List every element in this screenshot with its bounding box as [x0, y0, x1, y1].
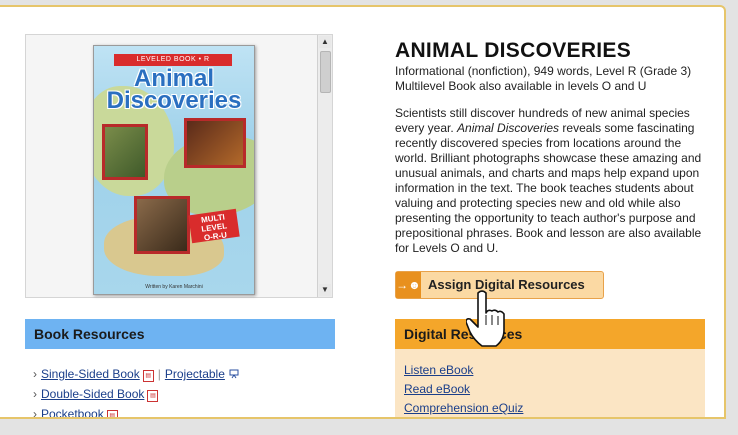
- cover-author: Written by Karen Marchini: [145, 284, 203, 290]
- description-text: reveals some fascinating recently discov…: [395, 121, 702, 255]
- digital-resources-header: Digital Resources: [395, 319, 705, 349]
- pdf-icon: ▤: [147, 390, 159, 402]
- pdf-icon: ▤: [142, 370, 154, 382]
- list-item: › Single-Sided Book ▤ | Projectable: [33, 364, 239, 384]
- listen-ebook-link[interactable]: Listen eBook: [404, 363, 473, 377]
- read-ebook-link[interactable]: Read eBook: [404, 382, 470, 396]
- book-meta-line: Multilevel Book also available in levels…: [395, 79, 647, 93]
- projectable-link[interactable]: Projectable: [165, 367, 225, 381]
- pocketbook-link[interactable]: Pocketbook: [41, 407, 104, 417]
- list-item: Read eBook: [404, 380, 523, 399]
- book-description: Scientists still discover hundreds of ne…: [395, 106, 713, 256]
- resource-frame: LEVELED BOOK • R Animal Discoveries MULT…: [0, 5, 726, 419]
- hand-pointer-cursor-icon: [466, 290, 505, 347]
- single-sided-book-link[interactable]: Single-Sided Book: [41, 367, 140, 381]
- book-resources-list: › Single-Sided Book ▤ | Projectable › Double-…: [33, 364, 239, 419]
- cover-title-line2: Discoveries: [106, 87, 242, 114]
- scroll-down-arrow-icon[interactable]: ▼: [319, 284, 331, 296]
- list-item: › Double-Sided Book ▤: [33, 384, 239, 404]
- assign-person-icon: →☻: [396, 272, 421, 298]
- cover-photo-bird: [102, 124, 148, 180]
- comprehension-equiz-link[interactable]: Comprehension eQuiz: [404, 401, 523, 415]
- list-item: › Pocketbook ▤: [33, 404, 239, 419]
- book-title: ANIMAL DISCOVERIES: [395, 39, 632, 62]
- cover-title: Animal Discoveries: [94, 67, 254, 114]
- scroll-up-arrow-icon[interactable]: ▲: [319, 36, 331, 48]
- book-meta-line: Informational (nonfiction), 949 words, L…: [395, 64, 692, 78]
- chevron-right-icon: ›: [33, 407, 37, 419]
- book-meta: Informational (nonfiction), 949 words, L…: [395, 64, 713, 94]
- cover-photo-lemur: [134, 196, 190, 254]
- projector-icon: [229, 369, 239, 379]
- chevron-right-icon: ›: [33, 387, 37, 401]
- digital-resources-list: Listen eBook Read eBook Comprehension eQ…: [404, 361, 523, 417]
- list-item: Comprehension eQuiz: [404, 399, 523, 417]
- pdf-icon: ▤: [106, 410, 118, 417]
- book-preview-viewer[interactable]: LEVELED BOOK • R Animal Discoveries MULT…: [25, 34, 333, 298]
- double-sided-book-link[interactable]: Double-Sided Book: [41, 387, 144, 401]
- chevron-right-icon: ›: [33, 367, 37, 381]
- preview-scrollbar[interactable]: ▲ ▼: [317, 35, 332, 297]
- scrollbar-thumb[interactable]: [320, 51, 331, 93]
- book-info: ANIMAL DISCOVERIES Informational (nonfic…: [395, 39, 713, 256]
- cover-photo-insect: [184, 118, 246, 168]
- separator: |: [157, 367, 161, 381]
- list-item: Listen eBook: [404, 361, 523, 380]
- description-book-title: Animal Discoveries: [457, 121, 560, 135]
- book-cover-image: LEVELED BOOK • R Animal Discoveries MULT…: [93, 45, 255, 295]
- book-resources-header: Book Resources: [25, 319, 335, 349]
- multilevel-badge: MULTI LEVEL O-R-U: [188, 208, 240, 244]
